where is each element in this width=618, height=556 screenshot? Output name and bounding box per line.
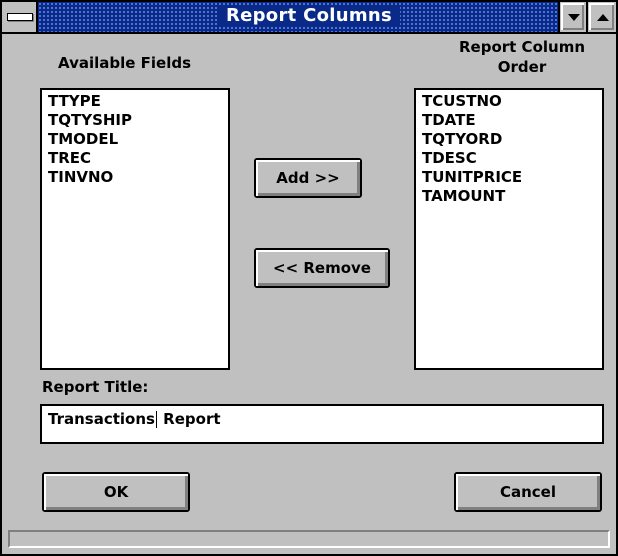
list-item[interactable]: TAMOUNT xyxy=(422,187,596,206)
add-button[interactable]: Add >> xyxy=(254,158,362,198)
list-item[interactable]: TMODEL xyxy=(48,130,222,149)
report-columns-list[interactable]: TCUSTNO TDATE TQTYORD TDESC TUNITPRICE T… xyxy=(414,88,604,370)
text-caret xyxy=(155,411,157,428)
list-item[interactable]: TCUSTNO xyxy=(422,92,596,111)
list-item[interactable]: TREC xyxy=(48,149,222,168)
list-item[interactable]: TDESC xyxy=(422,149,596,168)
list-item[interactable]: TUNITPRICE xyxy=(422,168,596,187)
list-item[interactable]: TINVNO xyxy=(48,168,222,187)
minimize-button[interactable] xyxy=(558,2,586,32)
list-item[interactable]: TQTYORD xyxy=(422,130,596,149)
add-button-label: Add >> xyxy=(276,169,340,187)
list-item[interactable]: TDATE xyxy=(422,111,596,130)
remove-button-label: << Remove xyxy=(273,259,371,277)
list-item[interactable]: TQTYSHIP xyxy=(48,111,222,130)
cancel-button[interactable]: Cancel xyxy=(454,472,602,512)
maximize-arrow-icon xyxy=(596,14,609,21)
report-column-order-label-line1: Report Column xyxy=(459,38,585,56)
ok-button[interactable]: OK xyxy=(42,472,190,512)
report-columns-dialog: Report Columns Available Fields TTYPE TQ… xyxy=(0,0,618,556)
report-column-order-label-line2: Order xyxy=(497,58,547,76)
report-title-label: Report Title: xyxy=(42,378,149,396)
window-title: Report Columns xyxy=(2,5,616,26)
ok-button-label: OK xyxy=(103,483,129,501)
remove-button[interactable]: << Remove xyxy=(254,248,390,288)
title-bar[interactable]: Report Columns xyxy=(2,2,616,34)
list-item[interactable]: TTYPE xyxy=(48,92,222,111)
available-fields-label: Available Fields xyxy=(58,54,192,72)
status-bar xyxy=(8,530,610,548)
available-fields-list[interactable]: TTYPE TQTYSHIP TMODEL TREC TINVNO xyxy=(40,88,230,370)
minimize-arrow-icon xyxy=(567,14,580,21)
cancel-button-label: Cancel xyxy=(499,483,556,501)
maximize-button[interactable] xyxy=(586,2,616,32)
report-title-input[interactable]: Transactions Report xyxy=(40,404,604,444)
